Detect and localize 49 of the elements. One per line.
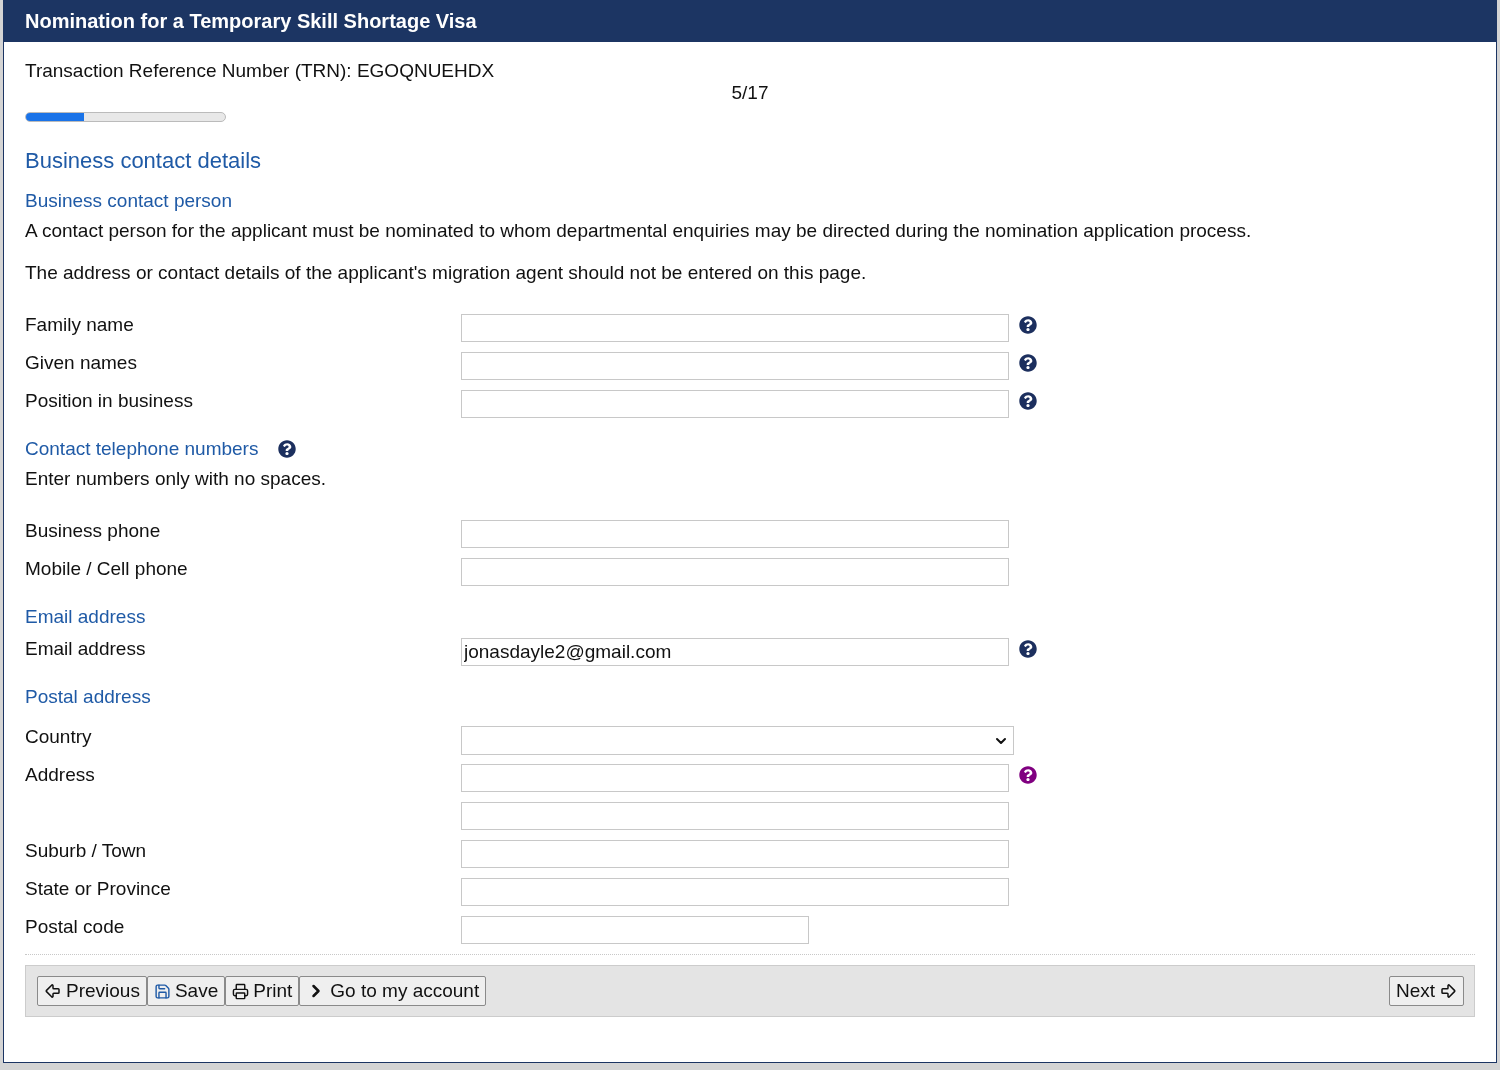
section-heading: Postal address bbox=[25, 686, 151, 708]
save-icon bbox=[153, 982, 171, 1000]
save-button[interactable]: Save bbox=[146, 976, 226, 1006]
right-arrow-icon bbox=[1439, 982, 1457, 1000]
help-icon[interactable] bbox=[1019, 640, 1037, 658]
text-field[interactable] bbox=[461, 916, 809, 944]
help-icon[interactable] bbox=[1019, 392, 1037, 410]
field-label: Postal code bbox=[25, 916, 126, 938]
printer-icon bbox=[232, 982, 250, 1000]
field-label: Given names bbox=[25, 352, 138, 374]
window-title: Nomination for a Temporary Skill Shortage Visa bbox=[4, 0, 1496, 42]
note-text: The address or contact details of the applicant's migration agent should not be entered on this page. bbox=[25, 262, 868, 284]
help-icon[interactable] bbox=[1019, 766, 1037, 784]
field-label: Email address bbox=[25, 638, 147, 660]
field-label: Family name bbox=[25, 314, 135, 336]
field-label: State or Province bbox=[25, 878, 172, 900]
field-label: Country bbox=[25, 726, 93, 748]
print-button[interactable]: Print bbox=[225, 976, 300, 1006]
help-icon[interactable] bbox=[1019, 316, 1037, 334]
section-heading: Contact telephone numbers bbox=[25, 438, 259, 460]
next-button[interactable]: Next bbox=[1388, 976, 1464, 1006]
text-field[interactable] bbox=[461, 558, 1009, 586]
step-counter: 5/17 bbox=[731, 82, 769, 104]
text-field[interactable] bbox=[461, 802, 1009, 830]
text-field[interactable]: jonasdayle2@gmail.com bbox=[461, 638, 1009, 666]
help-icon[interactable] bbox=[278, 440, 297, 458]
field-label: Position in business bbox=[25, 390, 194, 412]
text-field[interactable] bbox=[461, 390, 1009, 418]
account-button[interactable]: Go to my account bbox=[299, 976, 487, 1006]
text-field[interactable] bbox=[461, 840, 1009, 868]
section-heading: Email address bbox=[25, 606, 146, 628]
trn-text: Transaction Reference Number (TRN): EGOQNUEHDX bbox=[25, 60, 495, 82]
field-label: Mobile / Cell phone bbox=[25, 558, 189, 580]
text-field[interactable] bbox=[461, 352, 1009, 380]
section-heading: Business contact person bbox=[25, 190, 232, 212]
page-title: Business contact details bbox=[25, 148, 262, 174]
field-label: Business phone bbox=[25, 520, 162, 542]
left-arrow-icon bbox=[44, 982, 62, 1000]
note-text: A contact person for the applicant must be nominated to whom departmental enquiries may be directed during the nomination application process. bbox=[25, 220, 1253, 242]
field-label: Address bbox=[25, 764, 96, 786]
note-text: Enter numbers only with no spaces. bbox=[25, 468, 327, 490]
text-field[interactable] bbox=[461, 520, 1009, 548]
text-field[interactable] bbox=[461, 314, 1009, 342]
help-icon[interactable] bbox=[1019, 354, 1037, 372]
field-label: Suburb / Town bbox=[25, 840, 148, 862]
previous-button[interactable]: Previous bbox=[37, 976, 147, 1006]
text-field[interactable] bbox=[461, 878, 1009, 906]
select-field[interactable] bbox=[461, 726, 1014, 755]
text-field[interactable] bbox=[461, 764, 1009, 792]
